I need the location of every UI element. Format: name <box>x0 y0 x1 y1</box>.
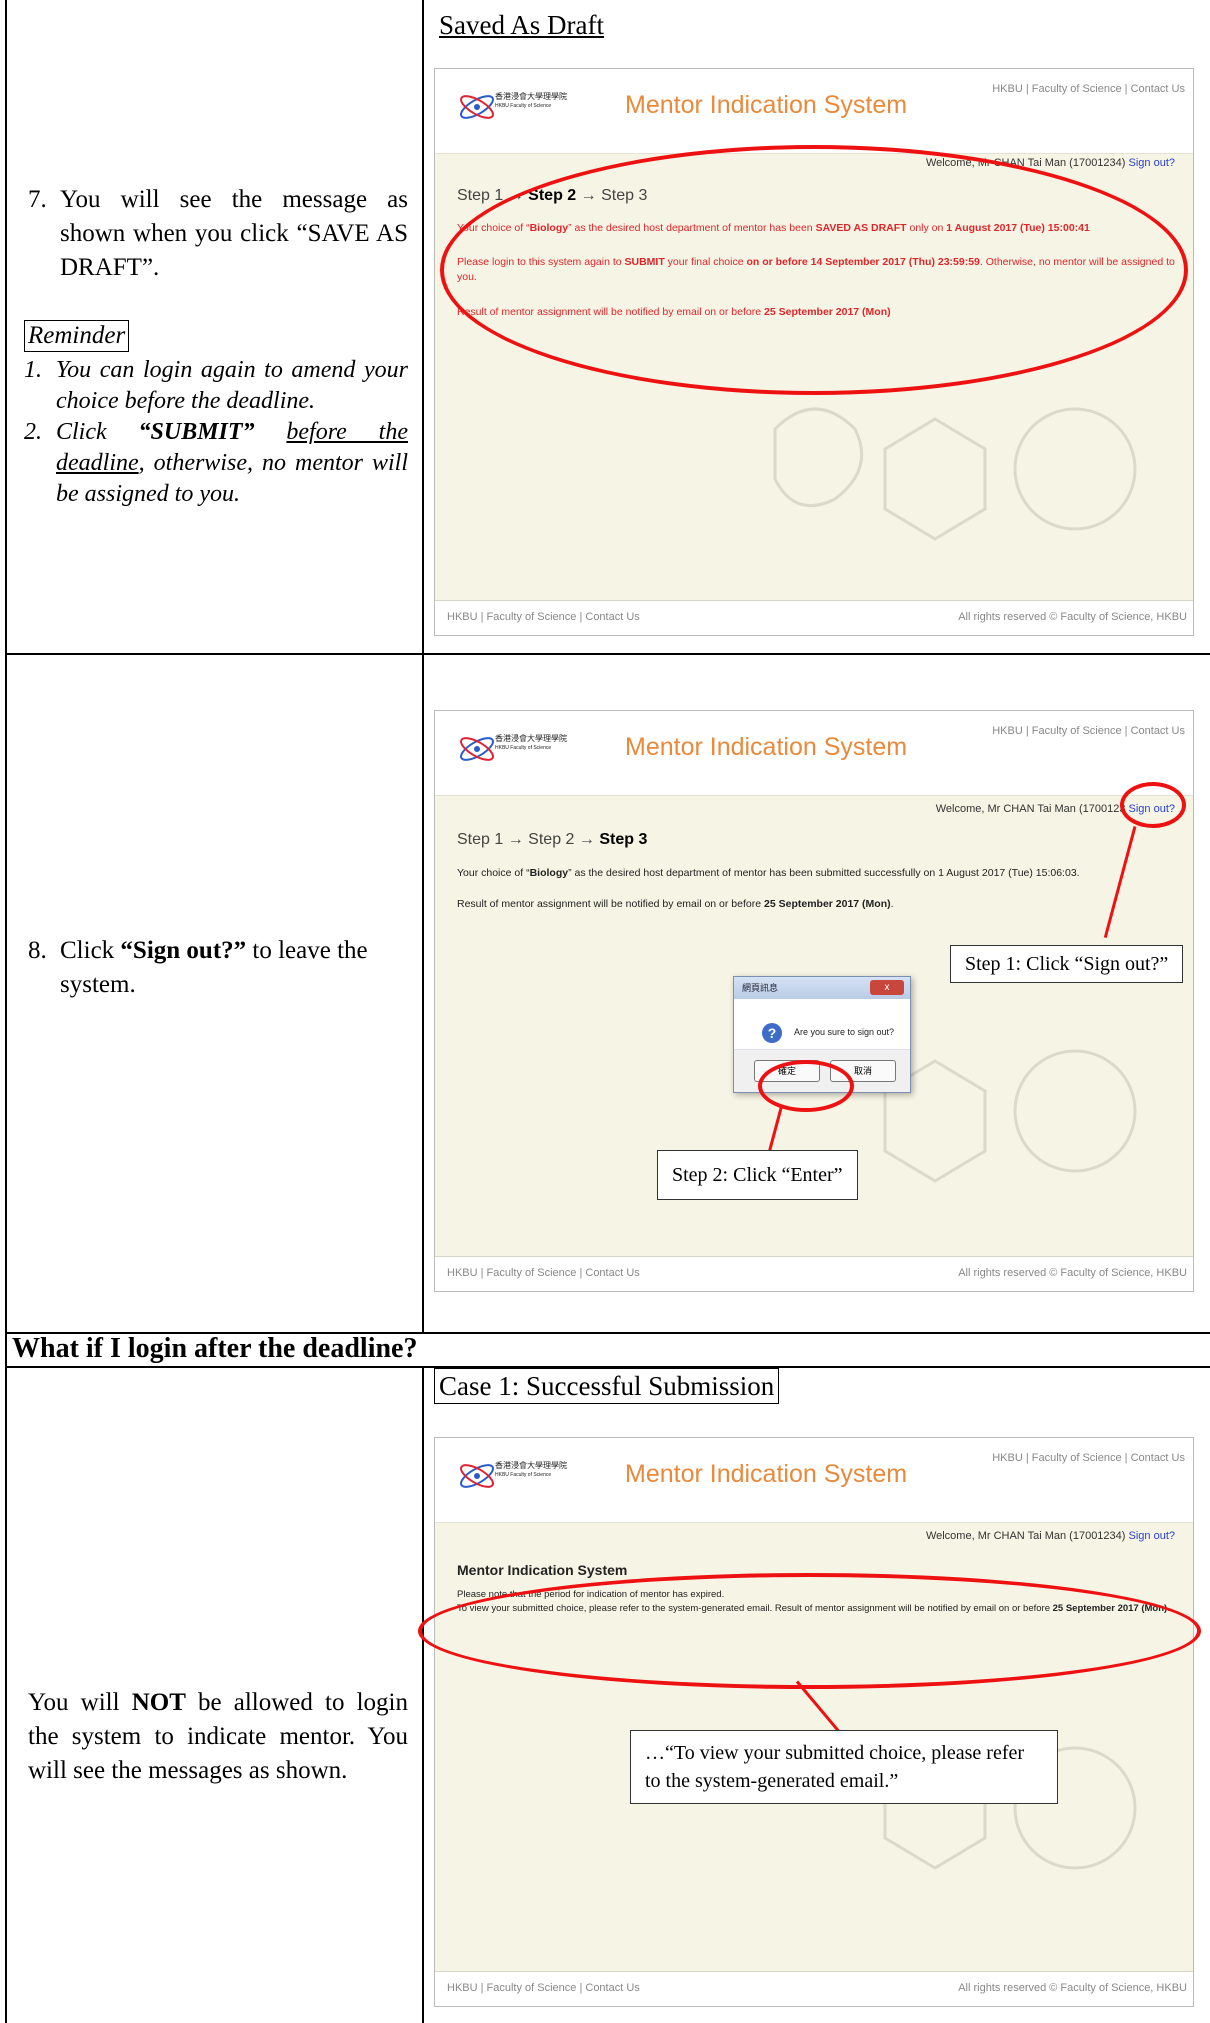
system-title: Mentor Indication System <box>625 1460 908 1488</box>
system-title: Mentor Indication System <box>625 733 908 761</box>
instruction-text: Click “Sign out?” to leave the system. <box>60 934 408 1002</box>
logo-cn: 香港浸會大學理學院 <box>495 734 567 743</box>
screenshot-sign-out: 香港浸會大學理學院 HKBU Faculty of Science Mentor… <box>434 710 1194 1292</box>
dialog-message: Are you sure to sign out? <box>794 1027 895 1037</box>
logo-en: HKBU Faculty of Science <box>495 745 552 751</box>
msg-bold: Biology <box>529 867 569 879</box>
reminder-list: 1. You can login again to amend your cho… <box>24 355 408 510</box>
arrow: → <box>507 831 524 848</box>
msg-bold: 25 September 2017 (Mon) <box>764 898 891 910</box>
highlight-oval <box>418 1573 1201 1689</box>
highlight-oval <box>440 145 1188 395</box>
welcome-line: Welcome, Mr CHAN Tai Man (17001234) Sign… <box>926 1530 1175 1542</box>
step-1: Step 1 <box>457 831 504 848</box>
copyright: All rights reserved © Faculty of Science… <box>958 611 1187 623</box>
instruction-8: 8. Click “Sign out?” to leave the system… <box>28 934 408 1002</box>
top-links[interactable]: HKBU | Faculty of Science | Contact Us <box>992 1452 1185 1464</box>
instruction-number: 7. <box>28 186 47 213</box>
logo-en: HKBU Faculty of Science <box>495 103 552 109</box>
site-header: 香港浸會大學理學院 HKBU Faculty of Science Mentor… <box>435 69 1193 154</box>
text: Click <box>60 937 121 964</box>
step-2: Step 2 <box>528 831 575 848</box>
science-background-art <box>773 407 1137 541</box>
reminder-text: You can login again to amend your choice… <box>56 357 408 414</box>
site-header: 香港浸會大學理學院 HKBU Faculty of Science Mentor… <box>435 1438 1193 1523</box>
instruction-after-deadline: You will NOT be allowed to login the sys… <box>28 1686 408 1788</box>
dialog-close-button[interactable]: x <box>870 980 904 995</box>
text: You will <box>28 1689 132 1716</box>
top-links[interactable]: HKBU | Faculty of Science | Contact Us <box>992 725 1185 737</box>
top-links[interactable]: HKBU | Faculty of Science | Contact Us <box>992 83 1185 95</box>
welcome-text: Welcome, Mr CHAN Tai Man (1700123 <box>935 803 1126 815</box>
site-header: 香港浸會大學理學院 HKBU Faculty of Science Mentor… <box>435 711 1193 796</box>
copyright: All rights reserved © Faculty of Science… <box>958 1267 1187 1279</box>
callout-step-2: Step 2: Click “Enter” <box>657 1150 858 1200</box>
footer-links[interactable]: HKBU | Faculty of Science | Contact Us <box>447 1982 640 1994</box>
site-footer: HKBU | Faculty of Science | Contact Us A… <box>435 1256 1193 1291</box>
step-1: Step 1 <box>457 187 504 204</box>
result-message: Result of mentor assignment will be noti… <box>457 897 1183 912</box>
reminder-title: Reminder <box>24 320 130 352</box>
callout-step-1: Step 1: Click “Sign out?” <box>950 945 1184 983</box>
msg-text: . <box>890 898 894 910</box>
table-divider-2 <box>422 1368 424 2023</box>
footer-links[interactable]: HKBU | Faculty of Science | Contact Us <box>447 611 640 623</box>
site-footer: HKBU | Faculty of Science | Contact Us A… <box>435 600 1193 635</box>
msg-text: Your choice of “ <box>457 867 530 879</box>
footer-links[interactable]: HKBU | Faculty of Science | Contact Us <box>447 1267 640 1279</box>
arrow: → <box>578 831 595 848</box>
instruction-7: 7. You will see the message as shown whe… <box>28 183 408 285</box>
msg-text: ” as the desired host department of ment… <box>568 867 1080 879</box>
logo-cn: 香港浸會大學理學院 <box>495 1461 567 1470</box>
reminder-bold: “SUBMIT” <box>138 419 255 445</box>
signout-highlight <box>1120 782 1186 828</box>
sign-out-link[interactable]: Sign out? <box>1129 1530 1175 1542</box>
reminder-item: 2. Click “SUBMIT” before the deadline, o… <box>24 417 408 510</box>
reminder-num: 1. <box>24 357 42 383</box>
submitted-message: Your choice of “Biology” as the desired … <box>457 866 1183 881</box>
copyright: All rights reserved © Faculty of Science… <box>958 1982 1187 1994</box>
instruction-text: You will see the message as shown when y… <box>60 186 408 281</box>
ok-highlight <box>758 1060 854 1112</box>
sign-out-link[interactable]: Sign out? <box>1129 157 1175 169</box>
page-heading: Mentor Indication System <box>457 1562 628 1578</box>
row-divider-1 <box>5 653 1210 655</box>
msg-text: Result of mentor assignment will be noti… <box>457 898 764 910</box>
table-divider-1 <box>422 0 424 1333</box>
instruction-number: 8. <box>28 937 47 964</box>
callout-email: …“To view your submitted choice, please … <box>630 1730 1058 1804</box>
screenshot-expired: 香港浸會大學理學院 HKBU Faculty of Science Mentor… <box>434 1437 1194 2007</box>
welcome-text: Welcome, Mr CHAN Tai Man (17001234) <box>925 1530 1126 1542</box>
caption-case-1: Case 1: Successful Submission <box>434 1368 780 1404</box>
step-3-current: Step 3 <box>599 831 648 848</box>
reminder-space <box>255 419 287 445</box>
section-heading: What if I login after the deadline? <box>12 1333 418 1364</box>
reminder-item: 1. You can login again to amend your cho… <box>24 355 408 417</box>
reminder-text: Click <box>56 419 139 445</box>
site-footer: HKBU | Faculty of Science | Contact Us A… <box>435 1971 1193 2006</box>
caption-saved-as-draft: Saved As Draft <box>439 10 604 40</box>
question-icon: ? <box>762 1023 782 1043</box>
logo-en: HKBU Faculty of Science <box>495 1472 552 1478</box>
system-title: Mentor Indication System <box>625 91 908 119</box>
step-indicator: Step 1 → Step 2 → Step 3 <box>457 831 647 849</box>
text-bold: NOT <box>131 1689 186 1716</box>
logo-cn: 香港浸會大學理學院 <box>495 92 567 101</box>
reminder-num: 2. <box>24 419 42 445</box>
table-border-left <box>5 0 7 2023</box>
text-bold: “Sign out?” <box>120 937 247 964</box>
